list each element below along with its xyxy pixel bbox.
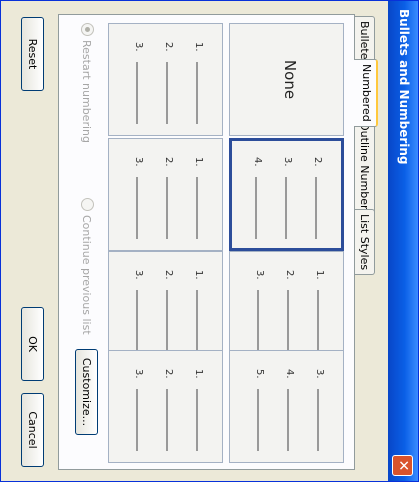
text-line (166, 290, 168, 352)
numbering-style-option[interactable]: 1. 2. 3. (108, 251, 223, 364)
title-bar[interactable]: Bullets and Numbering ✕ (388, 1, 418, 481)
text-line (136, 290, 138, 352)
numbering-style-option[interactable]: 1. 2. 3. (108, 23, 223, 136)
numbering-row: 3. (251, 270, 265, 352)
numbering-row: 2. (160, 42, 174, 124)
number-label: 2. (163, 369, 174, 379)
ok-button[interactable]: OK (21, 307, 44, 381)
number-label: 1. (193, 270, 204, 280)
text-line (317, 389, 319, 451)
text-line (255, 177, 257, 239)
numbering-row: 3. (279, 157, 293, 239)
tab-list-styles[interactable]: List Styles (355, 209, 375, 276)
text-line (196, 290, 198, 352)
text-line (196, 389, 198, 451)
continue-previous-list-label: Continue previous list (80, 215, 93, 335)
none-label: None (281, 59, 299, 100)
numbering-style-option[interactable]: 1. 2. 3. (229, 251, 344, 364)
text-line (136, 177, 138, 239)
number-label: 3. (254, 270, 265, 280)
text-line (166, 177, 168, 239)
radio-selected-icon (81, 23, 94, 36)
numbering-row: 1. (190, 369, 204, 451)
close-icon[interactable]: ✕ (392, 455, 413, 476)
number-label: 3. (133, 157, 144, 167)
cancel-button[interactable]: Cancel (21, 393, 44, 467)
numbering-row: 3. (311, 369, 325, 451)
numbering-row: 1. (190, 157, 204, 239)
number-label: 2. (163, 270, 174, 280)
numbering-row: 3. (130, 270, 144, 352)
number-label: 3. (282, 157, 293, 167)
numbering-row: 1. (190, 42, 204, 124)
text-line (287, 389, 289, 451)
numbering-row: 3. (130, 42, 144, 124)
numbered-tab-panel: None 2. 3. 4. 1. 2. 3. 3. 4. 5. 1. 2. 3.… (58, 14, 355, 470)
text-line (317, 290, 319, 352)
number-label: 1. (193, 369, 204, 379)
dialog-title: Bullets and Numbering (397, 9, 411, 165)
number-label: 2. (163, 157, 174, 167)
number-label: 4. (252, 157, 263, 167)
numbering-row: 2. (160, 270, 174, 352)
customize-button[interactable]: Customize... (75, 349, 98, 435)
number-label: 3. (133, 42, 144, 52)
continue-previous-list-radio[interactable]: Continue previous list (78, 198, 94, 335)
number-label: 5. (254, 369, 265, 379)
number-label: 2. (312, 157, 323, 167)
text-line (287, 290, 289, 352)
numbering-row: 2. (160, 369, 174, 451)
text-line (257, 389, 259, 451)
numbering-row: 5. (251, 369, 265, 451)
numbering-style-option[interactable]: 2. 3. 4. (229, 138, 344, 251)
tab-numbered[interactable]: Numbered (354, 59, 378, 127)
numbering-row: 1. (311, 270, 325, 352)
bullets-numbering-dialog: Bullets and Numbering ✕ Bulleted Numbere… (0, 0, 419, 482)
numbering-row: 2. (309, 157, 323, 239)
text-line (166, 389, 168, 451)
numbering-row: 3. (130, 157, 144, 239)
reset-button[interactable]: Reset (21, 17, 44, 91)
text-line (196, 62, 198, 124)
text-line (196, 177, 198, 239)
numbering-row: 2. (281, 270, 295, 352)
text-line (315, 177, 317, 239)
number-label: 1. (193, 157, 204, 167)
text-line (166, 62, 168, 124)
number-label: 3. (133, 369, 144, 379)
numbering-style-option[interactable]: 3. 4. 5. (229, 350, 344, 463)
numbering-row: 1. (190, 270, 204, 352)
numbering-style-option[interactable]: 1. 2. 3. (108, 138, 223, 251)
radio-unselected-icon (81, 198, 94, 211)
number-label: 1. (314, 270, 325, 280)
text-line (285, 177, 287, 239)
numbering-style-none[interactable]: None (229, 23, 344, 136)
numbering-row: 3. (130, 369, 144, 451)
number-label: 2. (163, 42, 174, 52)
number-label: 2. (284, 270, 295, 280)
numbering-row: 4. (281, 369, 295, 451)
text-line (136, 62, 138, 124)
text-line (136, 389, 138, 451)
number-label: 3. (133, 270, 144, 280)
text-line (257, 290, 259, 352)
restart-numbering-label: Restart numbering (80, 40, 93, 143)
numbering-row: 4. (249, 157, 263, 239)
restart-numbering-radio[interactable]: Restart numbering (78, 23, 94, 143)
number-label: 3. (314, 369, 325, 379)
numbering-style-option[interactable]: 1. 2. 3. (108, 350, 223, 463)
numbering-row: 2. (160, 157, 174, 239)
number-label: 4. (284, 369, 295, 379)
number-label: 1. (193, 42, 204, 52)
